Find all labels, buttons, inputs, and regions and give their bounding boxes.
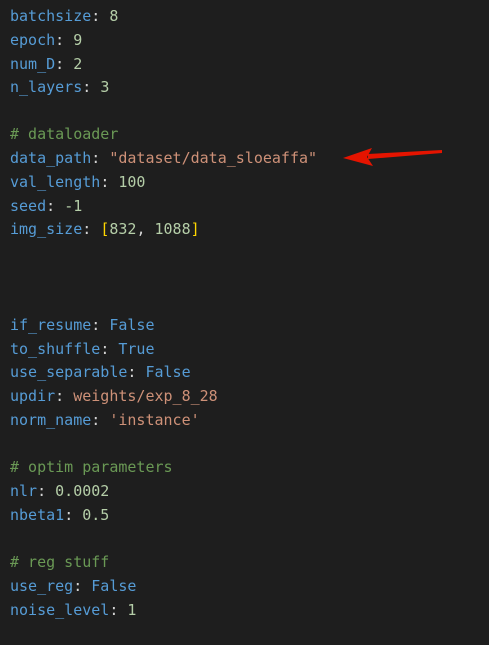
red-arrow-icon bbox=[343, 148, 442, 166]
code-editor[interactable]: batchsize: 8 epoch: 9 num_D: 2 n_layers:… bbox=[0, 0, 489, 645]
